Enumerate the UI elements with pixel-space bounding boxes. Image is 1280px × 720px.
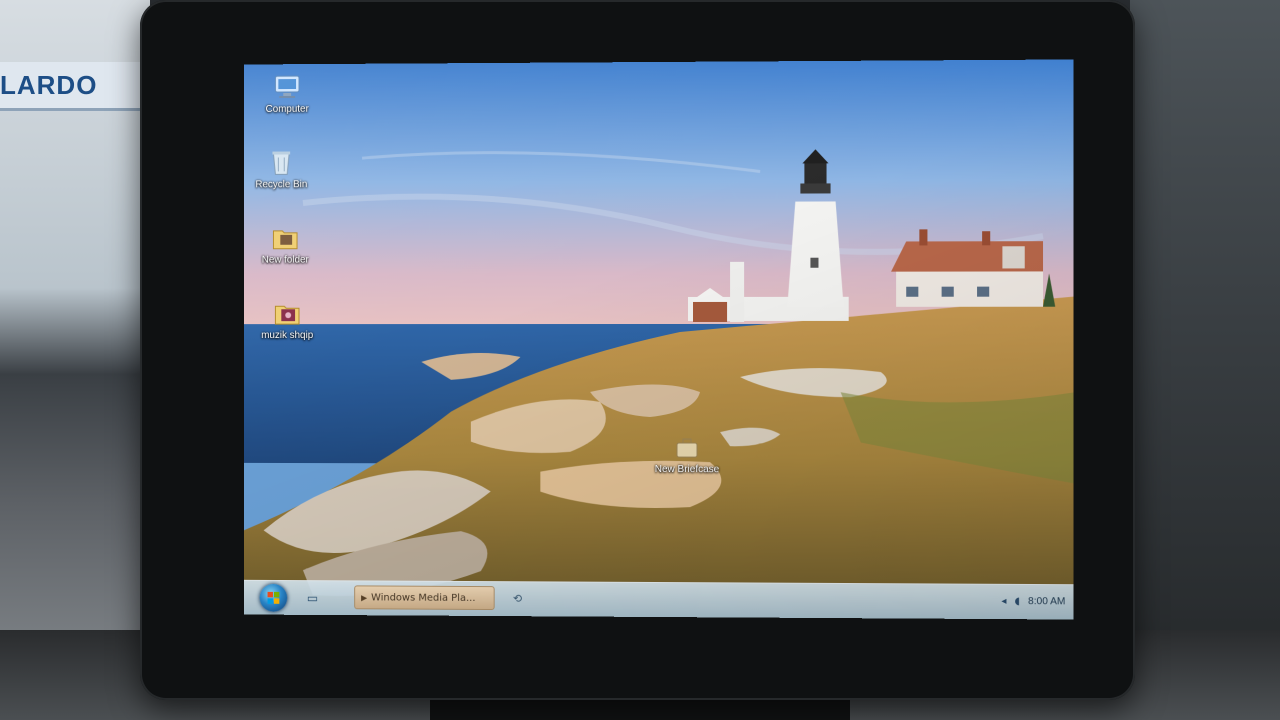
desktop-icon-label: Recycle Bin <box>244 179 323 190</box>
desktop-icon-new-briefcase[interactable]: New Briefcase <box>645 432 729 475</box>
desktop-screen: Computer Recycle Bin New folder muzik sh… <box>244 59 1074 619</box>
show-desktop-icon[interactable]: ▭ <box>307 591 318 605</box>
folder-icon <box>270 223 299 253</box>
taskbar: ▭ ▶ Windows Media Pla... ⟲ ◂ ◖ 8:00 AM <box>244 580 1074 620</box>
media-player-icon: ▶ <box>361 586 367 610</box>
desktop-icon-label: New folder <box>244 255 327 266</box>
desktop-icon-label: Computer <box>246 104 329 115</box>
system-tray: ◂ ◖ 8:00 AM <box>1001 591 1065 614</box>
taskbar-extra-icon[interactable]: ⟲ <box>509 590 527 608</box>
wallpaper-lighthouse <box>244 59 1074 619</box>
room-background-right <box>1130 0 1280 720</box>
desktop-icon-new-folder[interactable]: New folder <box>244 223 327 266</box>
volume-icon[interactable]: ◖ <box>1015 591 1020 613</box>
taskbar-window-media-player[interactable]: ▶ Windows Media Pla... <box>354 585 494 610</box>
briefcase-icon <box>672 432 702 462</box>
store-sign: LARDO <box>0 62 140 111</box>
clock[interactable]: 8:00 AM <box>1028 591 1065 613</box>
taskbar-window-label: Windows Media Pla... <box>371 592 475 604</box>
store-sign-text: LARDO <box>0 70 97 100</box>
room-background-left: LARDO <box>0 0 150 720</box>
desktop-icon-label: New Briefcase <box>645 464 729 475</box>
quick-launch: ▭ <box>307 589 346 607</box>
desktop-icon-recycle-bin[interactable]: Recycle Bin <box>244 147 323 190</box>
start-orb-icon <box>268 592 280 604</box>
desktop-icon-computer[interactable]: Computer <box>246 72 329 115</box>
music-folder-icon <box>272 298 302 328</box>
desktop-icon-label: muzik shqip <box>246 330 329 341</box>
computer-icon <box>272 72 302 102</box>
recycle-bin-icon <box>267 148 296 178</box>
network-icon[interactable]: ◂ <box>1001 591 1006 613</box>
desktop-icon-muzik-shqip[interactable]: muzik shqip <box>246 298 329 341</box>
start-button[interactable] <box>260 584 288 612</box>
